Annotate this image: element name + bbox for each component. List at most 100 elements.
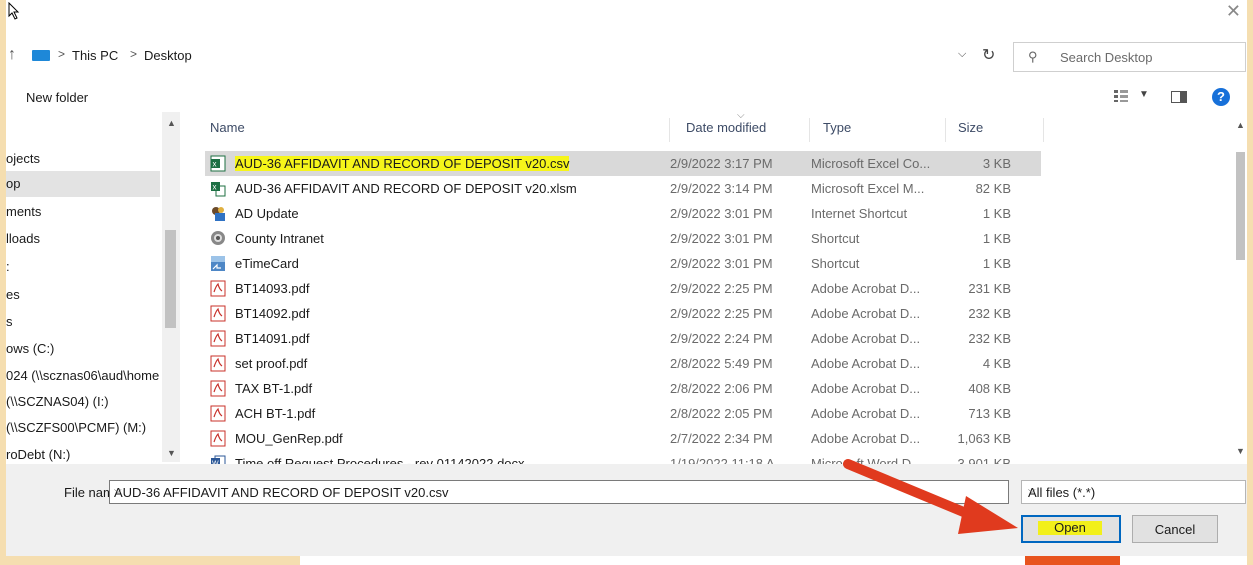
word-icon: W — [211, 455, 226, 464]
file-row[interactable]: eTimeCard 2/9/2022 3:01 PM Shortcut 1 KB — [205, 251, 1041, 276]
nav-item[interactable]: ments — [6, 199, 160, 225]
column-divider[interactable] — [945, 118, 946, 142]
file-type: Adobe Acrobat D... — [811, 281, 921, 296]
file-date: 2/8/2022 5:49 PM — [670, 356, 773, 371]
nav-item-label: roDebt (N:) — [6, 447, 71, 462]
nav-item[interactable]: es — [6, 282, 160, 308]
file-type-filter[interactable]: All files (*.*) ⌵ — [1021, 480, 1246, 504]
nav-item[interactable]: (\\SCZNAS04) (I:) — [6, 389, 160, 415]
nav-item-label: ments — [6, 204, 42, 219]
file-type: Adobe Acrobat D... — [811, 406, 921, 421]
file-name: eTimeCard — [235, 256, 299, 271]
nav-item-selected[interactable]: op — [6, 171, 160, 197]
file-name: AUD-36 AFFIDAVIT AND RECORD OF DEPOSIT v… — [235, 181, 577, 196]
file-row[interactable]: BT14091.pdf 2/9/2022 2:24 PM Adobe Acrob… — [205, 326, 1041, 351]
chevron-right-icon: > — [130, 47, 138, 61]
this-pc-icon — [32, 50, 50, 61]
new-folder-button[interactable]: New folder — [26, 90, 88, 105]
column-header-date[interactable]: Date modified — [686, 120, 766, 135]
chevron-down-icon[interactable]: ⌵ — [114, 485, 122, 496]
file-row-selected[interactable]: x AUD-36 AFFIDAVIT AND RECORD OF DEPOSIT… — [205, 151, 1041, 176]
search-icon: ⚲ — [1028, 49, 1038, 64]
column-divider[interactable] — [1043, 118, 1044, 142]
column-header-name[interactable]: Name — [210, 120, 245, 135]
up-arrow-icon[interactable]: ↑ — [8, 46, 16, 64]
nav-item-label: 024 (\\scznas06\aud\home — [6, 368, 160, 383]
chevron-down-icon[interactable]: ⌵ — [958, 48, 966, 61]
column-divider[interactable] — [809, 118, 810, 142]
preview-pane-icon[interactable] — [1171, 91, 1187, 103]
file-row[interactable]: TAX BT-1.pdf 2/8/2022 2:06 PM Adobe Acro… — [205, 376, 1041, 401]
nav-item-label: s — [6, 314, 13, 329]
pdf-icon — [210, 355, 226, 372]
pdf-icon — [210, 330, 226, 347]
pdf-icon — [210, 380, 226, 397]
pdf-icon — [210, 305, 226, 322]
dialog-footer: File name: AUD-36 AFFIDAVIT AND RECORD O… — [6, 464, 1247, 556]
chevron-down-icon: ⌵ — [1028, 485, 1036, 496]
file-open-dialog: ✕ ↑ > This PC > Desktop ⌵ ↻ ⚲ Search Des… — [6, 0, 1247, 556]
nav-item-label: ows (C:) — [6, 341, 55, 356]
close-icon[interactable]: ✕ — [1226, 2, 1241, 20]
refresh-icon[interactable]: ↻ — [982, 45, 995, 65]
nav-item-label: (\\SCZNAS04) (I:) — [6, 394, 109, 409]
open-button[interactable]: Open — [1021, 515, 1121, 543]
nav-item[interactable]: ojects — [6, 146, 160, 172]
nav-item[interactable]: (\\SCZFS00\PCMF) (M:) — [6, 415, 160, 441]
file-row[interactable]: BT14093.pdf 2/9/2022 2:25 PM Adobe Acrob… — [205, 276, 1041, 301]
scrollbar-thumb[interactable] — [165, 230, 176, 328]
file-date: 2/9/2022 2:25 PM — [670, 306, 773, 321]
scroll-down-icon[interactable]: ▼ — [167, 448, 176, 458]
file-size: 3 KB — [982, 156, 1011, 171]
search-box[interactable]: ⚲ Search Desktop — [1013, 42, 1246, 72]
scroll-up-icon[interactable]: ▲ — [1236, 120, 1245, 130]
breadcrumb-this-pc[interactable]: This PC — [72, 48, 118, 63]
excel-macro-icon: x — [211, 182, 226, 197]
file-type: Adobe Acrobat D... — [811, 381, 921, 396]
nav-item[interactable]: 024 (\\scznas06\aud\home — [6, 363, 160, 389]
file-list-scrollbar[interactable]: ▲ ▼ — [1233, 112, 1247, 464]
file-size: 1,063 KB — [957, 431, 1012, 446]
file-date: 2/8/2022 2:06 PM — [670, 381, 773, 396]
nav-item[interactable]: : — [6, 254, 160, 280]
nav-scrollbar[interactable]: ▲ ▼ — [162, 112, 180, 462]
scroll-up-icon[interactable]: ▲ — [167, 118, 176, 128]
nav-item[interactable]: s — [6, 309, 160, 335]
column-header-size[interactable]: Size — [958, 120, 983, 135]
file-row[interactable]: MOU_GenRep.pdf 2/7/2022 2:34 PM Adobe Ac… — [205, 426, 1041, 451]
file-row[interactable]: x AUD-36 AFFIDAVIT AND RECORD OF DEPOSIT… — [205, 176, 1041, 201]
title-bar: ✕ — [6, 0, 1247, 22]
file-name: BT14091.pdf — [235, 331, 310, 346]
column-divider[interactable] — [669, 118, 670, 142]
nav-item[interactable]: roDebt (N:) — [6, 442, 160, 464]
file-row[interactable]: BT14092.pdf 2/9/2022 2:25 PM Adobe Acrob… — [205, 301, 1041, 326]
cancel-button-label: Cancel — [1154, 522, 1196, 537]
help-button[interactable]: ? — [1212, 88, 1230, 106]
pdf-icon — [210, 430, 226, 447]
file-size: 1 KB — [982, 206, 1011, 221]
file-name: MOU_GenRep.pdf — [235, 431, 343, 446]
file-row[interactable]: AD Update 2/9/2022 3:01 PM Internet Shor… — [205, 201, 1041, 226]
file-type: Adobe Acrobat D... — [811, 431, 921, 446]
chevron-down-icon[interactable]: ▼ — [1139, 89, 1149, 100]
nav-item[interactable]: ows (C:) — [6, 336, 160, 362]
file-row[interactable]: County Intranet 2/9/2022 3:01 PM Shortcu… — [205, 226, 1041, 251]
file-row[interactable]: set proof.pdf 2/8/2022 5:49 PM Adobe Acr… — [205, 351, 1041, 376]
column-header-type[interactable]: Type — [823, 120, 851, 135]
file-date: 2/9/2022 3:01 PM — [670, 231, 773, 246]
file-size: 1 KB — [982, 256, 1011, 271]
breadcrumb-desktop[interactable]: Desktop — [144, 48, 192, 63]
file-size: 4 KB — [982, 356, 1011, 371]
file-size: 232 KB — [968, 306, 1011, 321]
cancel-button[interactable]: Cancel — [1132, 515, 1218, 543]
scrollbar-thumb[interactable] — [1236, 152, 1245, 260]
shortcut-icon — [211, 231, 225, 245]
scroll-down-icon[interactable]: ▼ — [1236, 446, 1245, 456]
svg-text:x: x — [213, 183, 217, 192]
nav-item[interactable]: lloads — [6, 226, 160, 252]
file-row[interactable]: ACH BT-1.pdf 2/8/2022 2:05 PM Adobe Acro… — [205, 401, 1041, 426]
file-size: 1 KB — [982, 231, 1011, 246]
view-options-icon[interactable] — [1114, 90, 1128, 102]
svg-text:x: x — [213, 160, 217, 169]
pdf-icon — [210, 280, 226, 297]
